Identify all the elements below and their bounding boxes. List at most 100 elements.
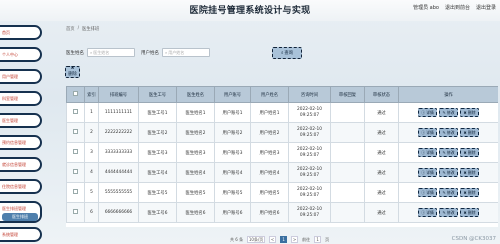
row-status: 通过	[364, 202, 399, 223]
select-all-checkbox[interactable]	[73, 91, 78, 96]
row-checkbox[interactable]	[73, 209, 78, 214]
row-time: 2022-02-10 09:25:07	[288, 102, 331, 123]
row-select	[66, 182, 85, 203]
row-select	[66, 122, 85, 143]
row-user-name: 用户姓名3	[250, 142, 289, 163]
page-size-select[interactable]: 10条/页	[247, 236, 266, 243]
sidebar-item-departments[interactable]: 科室管理	[0, 91, 42, 106]
edit-button[interactable]: ✎ 修改	[439, 128, 458, 137]
row-index: 2	[84, 122, 99, 143]
page-unit-label: 页	[325, 236, 330, 242]
delete-button[interactable]: ✖ 删除	[460, 148, 479, 157]
breadcrumb-home[interactable]: 首页	[66, 26, 75, 32]
watermark: CSDN @CK3037	[451, 236, 496, 242]
sidebar-item-doctors[interactable]: 医生管理	[0, 113, 42, 128]
row-doctor-no: 医生工号4	[138, 162, 177, 183]
table-row: 3 3333333333 医生工号3 医生姓名3 用户账号3 用户姓名3 2022-02-1…	[66, 142, 498, 163]
logout-link[interactable]: 退出登录	[476, 4, 496, 11]
row-index: 4	[84, 162, 99, 183]
top-header: 医院挂号管理系统设计与实现 管理员 abo 退出到前台 退出登录	[0, 0, 500, 21]
delete-button[interactable]: ✖ 删除	[460, 128, 479, 137]
row-account: 用户账号6	[214, 202, 251, 223]
detail-button[interactable]: ⓘ 详情	[418, 128, 437, 137]
row-account: 用户账号2	[214, 122, 251, 143]
row-doctor-no: 医生工号1	[138, 102, 177, 123]
prev-page-button[interactable]: <	[269, 236, 277, 243]
delete-button[interactable]: ✖ 删除	[460, 188, 479, 197]
row-code: 4444444444	[98, 162, 139, 183]
row-checkbox[interactable]	[73, 149, 78, 154]
sidebar-item-visits[interactable]: 就诊信息管理	[0, 157, 42, 172]
edit-button[interactable]: ✎ 修改	[439, 168, 458, 177]
sidebar-item-hospitalization[interactable]: 住院信息管理	[0, 179, 42, 194]
row-doctor-name: 医生姓名2	[176, 122, 215, 143]
row-reply	[330, 122, 365, 143]
find-button-label: 查询	[284, 51, 293, 56]
delete-button[interactable]: ✖ 删除	[460, 108, 479, 117]
header-doctor-name: 医生姓名	[176, 86, 215, 103]
sidebar-item-system[interactable]: 系统管理	[0, 227, 42, 242]
next-page-button[interactable]: >	[291, 236, 299, 243]
sidebar-item-home[interactable]: 首页	[0, 25, 42, 40]
goto-page-input[interactable]: 1	[314, 236, 322, 243]
edit-button[interactable]: ✎ 修改	[439, 208, 458, 217]
trash-icon: ✖	[70, 66, 75, 71]
detail-label: 详情	[426, 190, 434, 195]
trash-icon: ✖	[463, 130, 467, 135]
find-button[interactable]: ⌕ 查询	[272, 47, 302, 59]
row-status: 通过	[364, 102, 399, 123]
row-user-name: 用户姓名2	[250, 122, 289, 143]
row-checkbox[interactable]	[73, 169, 78, 174]
edit-button[interactable]: ✎ 修改	[439, 108, 458, 117]
doctor-name-label: 医生姓名	[66, 50, 84, 56]
row-code: 5555555555	[98, 182, 139, 203]
batch-delete-button[interactable]: ✖ 删除	[65, 66, 80, 78]
row-checkbox[interactable]	[73, 129, 78, 134]
detail-button[interactable]: ⓘ 详情	[418, 108, 437, 117]
doctor-name-placeholder: 医生姓名	[93, 49, 110, 55]
edit-icon: ✎	[442, 150, 446, 155]
page-1[interactable]: 1	[280, 236, 288, 243]
action-group: ⓘ 详情 ✎ 修改 ✖ 删除	[399, 108, 498, 117]
edit-label: 修改	[446, 210, 455, 215]
detail-button[interactable]: ⓘ 详情	[418, 148, 437, 157]
detail-button[interactable]: ⓘ 详情	[418, 208, 437, 217]
row-time: 2022-02-10 09:25:07	[288, 162, 331, 183]
row-account: 用户账号3	[214, 142, 251, 163]
row-doctor-no: 医生工号2	[138, 122, 177, 143]
table-row: 2 2222222222 医生工号2 医生姓名2 用户账号2 用户姓名2 2022-02-1…	[66, 122, 498, 143]
detail-button[interactable]: ⓘ 详情	[418, 168, 437, 177]
sidebar-item-users[interactable]: 用户管理	[0, 69, 42, 84]
back-to-front-link[interactable]: 退出到前台	[445, 4, 470, 11]
edit-icon: ✎	[442, 110, 446, 115]
edit-button[interactable]: ✎ 修改	[439, 148, 458, 157]
schedule-table: 索引 排班编号 医生工号 医生姓名 用户账号 用户姓名 咨询时间 审核回复 审核…	[66, 86, 498, 227]
row-account: 用户账号1	[214, 102, 251, 123]
delete-label: 删除	[467, 210, 476, 215]
row-checkbox[interactable]	[73, 189, 78, 194]
row-index: 3	[84, 142, 99, 163]
doctor-name-input[interactable]: ⌕ 医生姓名	[87, 48, 135, 57]
delete-button[interactable]: ✖ 删除	[460, 168, 479, 177]
sidebar-item-profile[interactable]: 个人中心	[0, 47, 42, 62]
row-code: 6666666666	[98, 202, 139, 223]
header-index: 索引	[84, 86, 99, 103]
row-reply	[330, 162, 365, 183]
detail-button[interactable]: ⓘ 详情	[418, 188, 437, 197]
edit-button[interactable]: ✎ 修改	[439, 188, 458, 197]
sidebar-subitem-schedule[interactable]: 医生排班	[2, 213, 38, 221]
breadcrumb-separator: /	[77, 26, 80, 31]
row-checkbox[interactable]	[73, 109, 78, 114]
edit-label: 修改	[446, 150, 455, 155]
row-time: 2022-02-10 09:25:07	[288, 182, 331, 203]
detail-label: 详情	[426, 130, 434, 135]
delete-button[interactable]: ✖ 删除	[460, 208, 479, 217]
user-name-input[interactable]: ⌕ 用户姓名	[162, 48, 210, 57]
sidebar-item-appointments[interactable]: 预约信息管理	[0, 135, 42, 150]
row-code: 2222222222	[98, 122, 139, 143]
row-time: 2022-02-10 09:25:07	[288, 202, 331, 223]
row-time: 2022-02-10 09:25:07	[288, 142, 331, 163]
table-row: 1 1111111111 医生工号1 医生姓名1 用户账号1 用户姓名1 2022-02-1…	[66, 102, 498, 123]
sidebar-item-schedule-label: 医生排班管理	[2, 206, 26, 211]
breadcrumb: 首页 / 医生排班	[66, 26, 99, 32]
